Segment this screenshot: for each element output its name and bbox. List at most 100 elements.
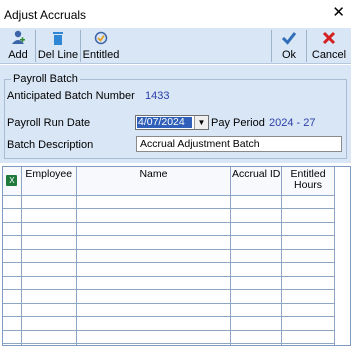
table-cell[interactable] [281, 316, 335, 331]
table-row[interactable] [3, 316, 335, 331]
row-selector-cell[interactable] [3, 208, 22, 223]
delete-line-label: Del Line [37, 49, 79, 61]
accruals-table: X Employee Name Accrual ID Entitled Hour… [3, 167, 335, 345]
table-cell[interactable] [230, 235, 283, 250]
delete-line-button[interactable]: Del Line [37, 28, 79, 64]
excel-icon[interactable]: X [6, 175, 18, 186]
add-label: Add [8, 49, 28, 61]
payroll-run-date-label: Payroll Run Date [7, 117, 91, 129]
row-selector-cell[interactable] [3, 249, 22, 263]
column-header-entitled-hours[interactable]: Entitled Hours [281, 167, 335, 196]
table-cell[interactable] [21, 208, 77, 223]
table-cell[interactable] [230, 222, 283, 236]
table-cell[interactable] [76, 235, 232, 250]
table-cell[interactable] [21, 235, 77, 250]
table-row[interactable] [3, 330, 335, 344]
row-selector-cell[interactable] [3, 235, 22, 250]
table-cell[interactable] [21, 289, 77, 304]
payroll-run-date-field[interactable]: 4/07/2024 ▼ [135, 115, 209, 130]
row-selector-cell[interactable] [3, 289, 22, 304]
row-selector-cell[interactable] [3, 316, 22, 331]
table-cell[interactable] [230, 289, 283, 304]
table-cell[interactable] [281, 195, 335, 209]
table-cell[interactable] [21, 316, 77, 331]
close-button[interactable]: ✕ [332, 5, 345, 21]
checkmark-icon [273, 29, 305, 49]
form-panel: Payroll Batch Anticipated Batch Number 1… [0, 65, 351, 163]
table-cell[interactable] [281, 276, 335, 290]
payroll-run-date-value: 4/07/2024 [137, 117, 192, 128]
table-cell[interactable] [230, 303, 283, 317]
trash-icon [37, 29, 79, 49]
entitled-label: Entitled [82, 49, 120, 61]
entitled-check-icon [82, 29, 120, 49]
table-cell[interactable] [76, 276, 232, 290]
table-cell[interactable] [76, 222, 232, 236]
table-row[interactable] [3, 235, 335, 250]
ok-label: Ok [281, 49, 297, 61]
batch-description-label: Batch Description [7, 139, 94, 151]
batch-description-input[interactable]: Accrual Adjustment Batch [136, 136, 342, 152]
table-cell[interactable] [230, 208, 283, 223]
table-cell[interactable] [281, 262, 335, 277]
table-cell[interactable] [21, 276, 77, 290]
table-cell[interactable] [76, 208, 232, 223]
table-cell[interactable] [281, 249, 335, 263]
table-cell[interactable] [281, 330, 335, 344]
table-cell[interactable] [230, 262, 283, 277]
table-cell[interactable] [230, 195, 283, 209]
toolbar: Add Del Line Entitled Ok Cancel [0, 28, 351, 64]
row-selector-cell[interactable] [3, 262, 22, 277]
table-cell[interactable] [230, 276, 283, 290]
table-cell[interactable] [21, 195, 77, 209]
table-cell[interactable] [76, 262, 232, 277]
row-selector-cell[interactable] [3, 222, 22, 236]
table-cell[interactable] [281, 303, 335, 317]
table-cell[interactable] [76, 303, 232, 317]
chevron-down-icon[interactable]: ▼ [194, 116, 208, 129]
table-cell[interactable] [76, 195, 232, 209]
add-button[interactable]: Add [2, 28, 34, 64]
table-row[interactable] [3, 262, 335, 277]
table-row[interactable] [3, 289, 335, 304]
table-cell[interactable] [230, 316, 283, 331]
table-row[interactable] [3, 195, 335, 209]
excel-export-cell[interactable]: X [3, 167, 22, 196]
pay-period-value: 2024 - 27 [269, 117, 316, 129]
table-cell[interactable] [281, 235, 335, 250]
toolbar-separator [80, 30, 81, 62]
table-cell[interactable] [281, 208, 335, 223]
toolbar-separator [271, 30, 272, 62]
table-cell[interactable] [281, 289, 335, 304]
table-cell[interactable] [230, 330, 283, 344]
table-cell[interactable] [76, 316, 232, 331]
entitled-button[interactable]: Entitled [82, 28, 120, 64]
row-selector-cell[interactable] [3, 330, 22, 344]
table-cell[interactable] [281, 222, 335, 236]
table-row[interactable] [3, 208, 335, 223]
table-cell[interactable] [21, 330, 77, 344]
table-cell[interactable] [76, 289, 232, 304]
table-row[interactable] [3, 303, 335, 317]
column-header-accrual-id[interactable]: Accrual ID [230, 167, 283, 196]
table-cell[interactable] [21, 303, 77, 317]
table-row[interactable] [3, 222, 335, 236]
window-title: Adjust Accruals [4, 8, 87, 22]
table-cell[interactable] [76, 330, 232, 344]
column-header-employee[interactable]: Employee [21, 167, 77, 196]
column-header-name[interactable]: Name [76, 167, 232, 196]
row-selector-cell[interactable] [3, 303, 22, 317]
table-row[interactable] [3, 276, 335, 290]
table-cell[interactable] [21, 249, 77, 263]
table-cell[interactable] [76, 249, 232, 263]
table-cell[interactable] [230, 249, 283, 263]
table-row[interactable] [3, 249, 335, 263]
row-selector-cell[interactable] [3, 276, 22, 290]
toolbar-separator [306, 30, 307, 62]
table-cell[interactable] [21, 262, 77, 277]
ok-button[interactable]: Ok [273, 28, 305, 64]
row-selector-cell[interactable] [3, 195, 22, 209]
table-cell[interactable] [21, 222, 77, 236]
cancel-button[interactable]: Cancel [308, 28, 350, 64]
anticipated-batch-label: Anticipated Batch Number [7, 90, 135, 102]
